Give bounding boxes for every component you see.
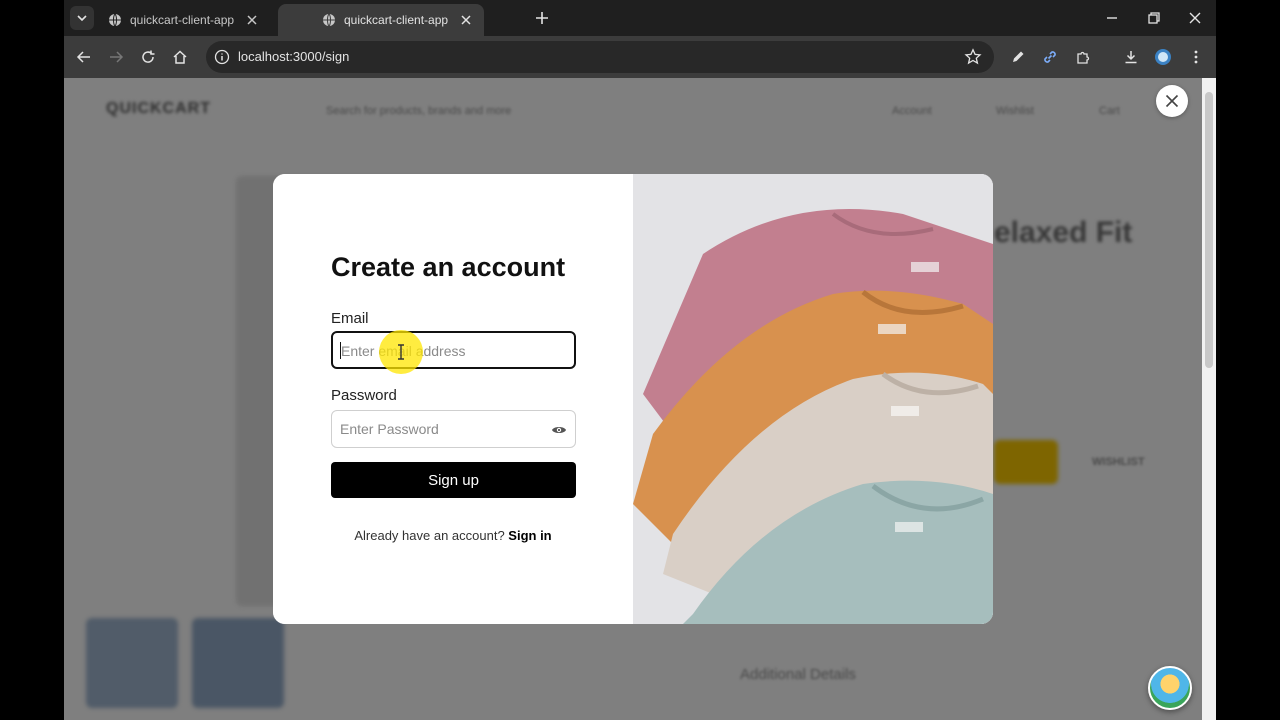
email-label: Email <box>331 310 369 327</box>
menu-button[interactable] <box>1186 47 1206 67</box>
text-cursor-icon <box>398 344 404 360</box>
extension-pen-button[interactable] <box>1008 47 1028 67</box>
home-icon <box>173 50 187 64</box>
page-scrollbar[interactable] <box>1202 78 1216 720</box>
tshirt-stack-illustration <box>633 174 993 624</box>
tshirts-image <box>633 174 993 624</box>
browser-tab-1[interactable]: quickcart-client-app <box>64 4 270 36</box>
url-text: localhost:3000/sign <box>238 49 350 64</box>
signup-button[interactable]: Sign up <box>331 462 576 498</box>
close-modal-button[interactable] <box>1156 85 1188 117</box>
tab-title: quickcart-client-app <box>344 13 449 27</box>
page-viewport: QUICKCART Search for products, brands an… <box>64 78 1216 720</box>
tab-title: quickcart-client-app <box>130 13 235 27</box>
globe-icon <box>109 13 121 27</box>
pen-icon <box>1013 51 1024 62</box>
home-button[interactable] <box>170 47 190 67</box>
forward-button[interactable] <box>106 47 126 67</box>
reload-icon <box>142 50 155 63</box>
kebab-menu-icon <box>1194 50 1198 64</box>
download-icon <box>1125 51 1137 64</box>
downloads-button[interactable] <box>1121 47 1141 67</box>
password-placeholder: Enter Password <box>340 421 439 437</box>
new-tab-icon[interactable] <box>532 8 552 28</box>
back-button[interactable] <box>74 47 94 67</box>
signin-prompt-text: Already have an account? <box>354 528 505 543</box>
arrow-right-icon <box>110 51 124 63</box>
email-field[interactable]: Enter email address <box>331 331 576 369</box>
site-info-icon[interactable] <box>214 49 230 65</box>
globe-icon <box>323 13 335 27</box>
close-window-icon[interactable] <box>1185 8 1205 28</box>
eye-icon[interactable] <box>551 422 567 438</box>
address-bar[interactable]: localhost:3000/sign <box>206 41 994 73</box>
signin-link[interactable]: Sign in <box>508 528 551 543</box>
password-field[interactable]: Enter Password <box>331 410 576 448</box>
browser-toolbar: localhost:3000/sign <box>64 36 1216 78</box>
link-icon <box>1044 51 1056 63</box>
profile-avatar-icon <box>1155 49 1171 65</box>
restore-icon[interactable] <box>1144 8 1164 28</box>
close-icon[interactable] <box>244 12 260 28</box>
bookmark-star-icon[interactable] <box>964 48 982 66</box>
close-icon[interactable] <box>458 12 474 28</box>
browser-tab-2[interactable]: quickcart-client-app <box>278 4 484 36</box>
arrow-left-icon <box>76 51 90 63</box>
profile-button[interactable] <box>1153 47 1173 67</box>
signup-form: Create an account Email Enter email addr… <box>273 174 633 624</box>
signin-prompt: Already have an account? Sign in <box>273 528 633 543</box>
puzzle-icon <box>1077 51 1090 64</box>
minimize-icon[interactable] <box>1102 8 1122 28</box>
reload-button[interactable] <box>138 47 158 67</box>
extensions-button[interactable] <box>1073 47 1093 67</box>
password-label: Password <box>331 387 397 404</box>
close-icon <box>1165 94 1179 108</box>
browser-window: quickcart-client-app quickcart-client-ap… <box>64 0 1216 720</box>
tab-strip: quickcart-client-app quickcart-client-ap… <box>64 0 1216 36</box>
signup-modal: Create an account Email Enter email addr… <box>273 174 993 624</box>
floating-assistant-avatar[interactable] <box>1148 666 1192 710</box>
scrollbar-thumb[interactable] <box>1205 92 1213 368</box>
form-title: Create an account <box>331 252 566 282</box>
extension-link-button[interactable] <box>1040 47 1060 67</box>
